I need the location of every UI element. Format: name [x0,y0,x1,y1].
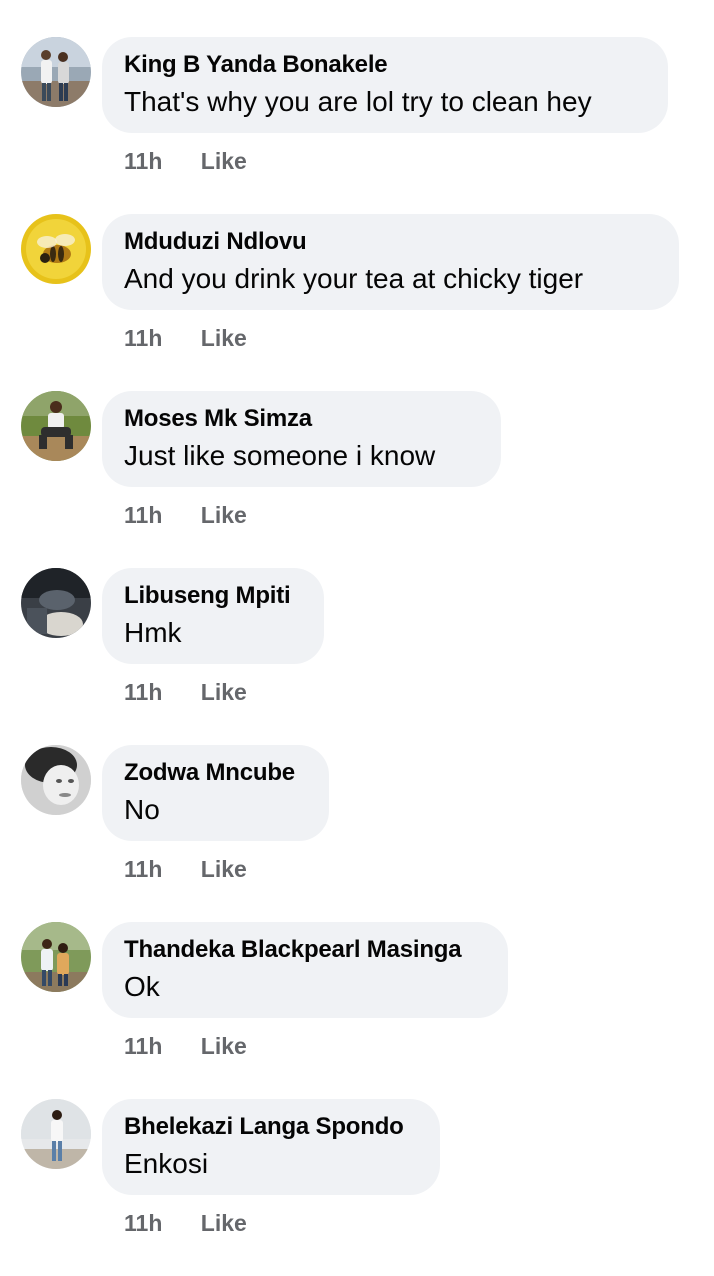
comment-text: Hmk [124,617,182,648]
avatar-photo [21,214,91,284]
avatar-photo [21,745,91,815]
like-button[interactable]: Like [201,1209,247,1237]
comment-author[interactable]: Thandeka Blackpearl Masinga [124,935,486,965]
comment-timestamp[interactable]: 11h [124,501,162,529]
comment-text: That's why you are lol try to clean hey [124,86,592,117]
avatar-photo [21,568,91,638]
comment-text: No [124,794,160,825]
comment-author[interactable]: Bhelekazi Langa Spondo [124,1112,418,1142]
comment-item: King B Yanda Bonakele That's why you are… [0,37,714,214]
comment-meta: 11h Like [124,501,247,529]
avatar[interactable] [21,745,91,815]
comment-item: Bhelekazi Langa Spondo Enkosi 11h Like [0,1099,714,1276]
avatar-photo [21,391,91,461]
comment-text: Ok [124,971,160,1002]
comment-author[interactable]: Mduduzi Ndlovu [124,227,657,257]
comment-item: Moses Mk Simza Just like someone i know … [0,391,714,568]
avatar-photo [21,37,91,107]
comment-bubble: Zodwa Mncube No [102,745,329,841]
comment-meta: 11h Like [124,678,247,706]
comment-timestamp[interactable]: 11h [124,147,162,175]
avatar[interactable] [21,922,91,992]
comment-meta: 11h Like [124,324,247,352]
comment-bubble: Moses Mk Simza Just like someone i know [102,391,501,487]
like-button[interactable]: Like [201,1032,247,1060]
comment-text: Enkosi [124,1148,209,1179]
like-button[interactable]: Like [201,855,247,883]
avatar[interactable] [21,214,91,284]
avatar-photo [21,1099,91,1169]
comment-timestamp[interactable]: 11h [124,1032,162,1060]
like-button[interactable]: Like [201,678,247,706]
comment-timestamp[interactable]: 11h [124,324,162,352]
avatar[interactable] [21,568,91,638]
comment-bubble: King B Yanda Bonakele That's why you are… [102,37,668,133]
like-button[interactable]: Like [201,501,247,529]
comment-timestamp[interactable]: 11h [124,678,162,706]
comment-author[interactable]: King B Yanda Bonakele [124,50,646,80]
comment-bubble: Bhelekazi Langa Spondo Enkosi [102,1099,440,1195]
like-button[interactable]: Like [201,147,247,175]
comment-meta: 11h Like [124,855,247,883]
comment-meta: 11h Like [124,1032,247,1060]
comment-bubble: Libuseng Mpiti Hmk [102,568,324,664]
comment-timestamp[interactable]: 11h [124,1209,162,1237]
comment-item: Thandeka Blackpearl Masinga Ok 11h Like [0,922,714,1099]
comment-author[interactable]: Zodwa Mncube [124,758,307,788]
comment-text: And you drink your tea at chicky tiger [124,263,584,294]
avatar[interactable] [21,1099,91,1169]
comment-item: Zodwa Mncube No 11h Like [0,745,714,922]
comment-timestamp[interactable]: 11h [124,855,162,883]
comment-bubble: Thandeka Blackpearl Masinga Ok [102,922,508,1018]
avatar[interactable] [21,37,91,107]
avatar-photo [21,922,91,992]
comment-meta: 11h Like [124,147,247,175]
comment-author[interactable]: Libuseng Mpiti [124,581,302,611]
like-button[interactable]: Like [201,324,247,352]
avatar[interactable] [21,391,91,461]
comment-meta: 11h Like [124,1209,247,1237]
comment-bubble: Mduduzi Ndlovu And you drink your tea at… [102,214,679,310]
comment-item: Libuseng Mpiti Hmk 11h Like [0,568,714,745]
comment-item: Mduduzi Ndlovu And you drink your tea at… [0,214,714,391]
comment-author[interactable]: Moses Mk Simza [124,404,479,434]
comment-text: Just like someone i know [124,440,436,471]
